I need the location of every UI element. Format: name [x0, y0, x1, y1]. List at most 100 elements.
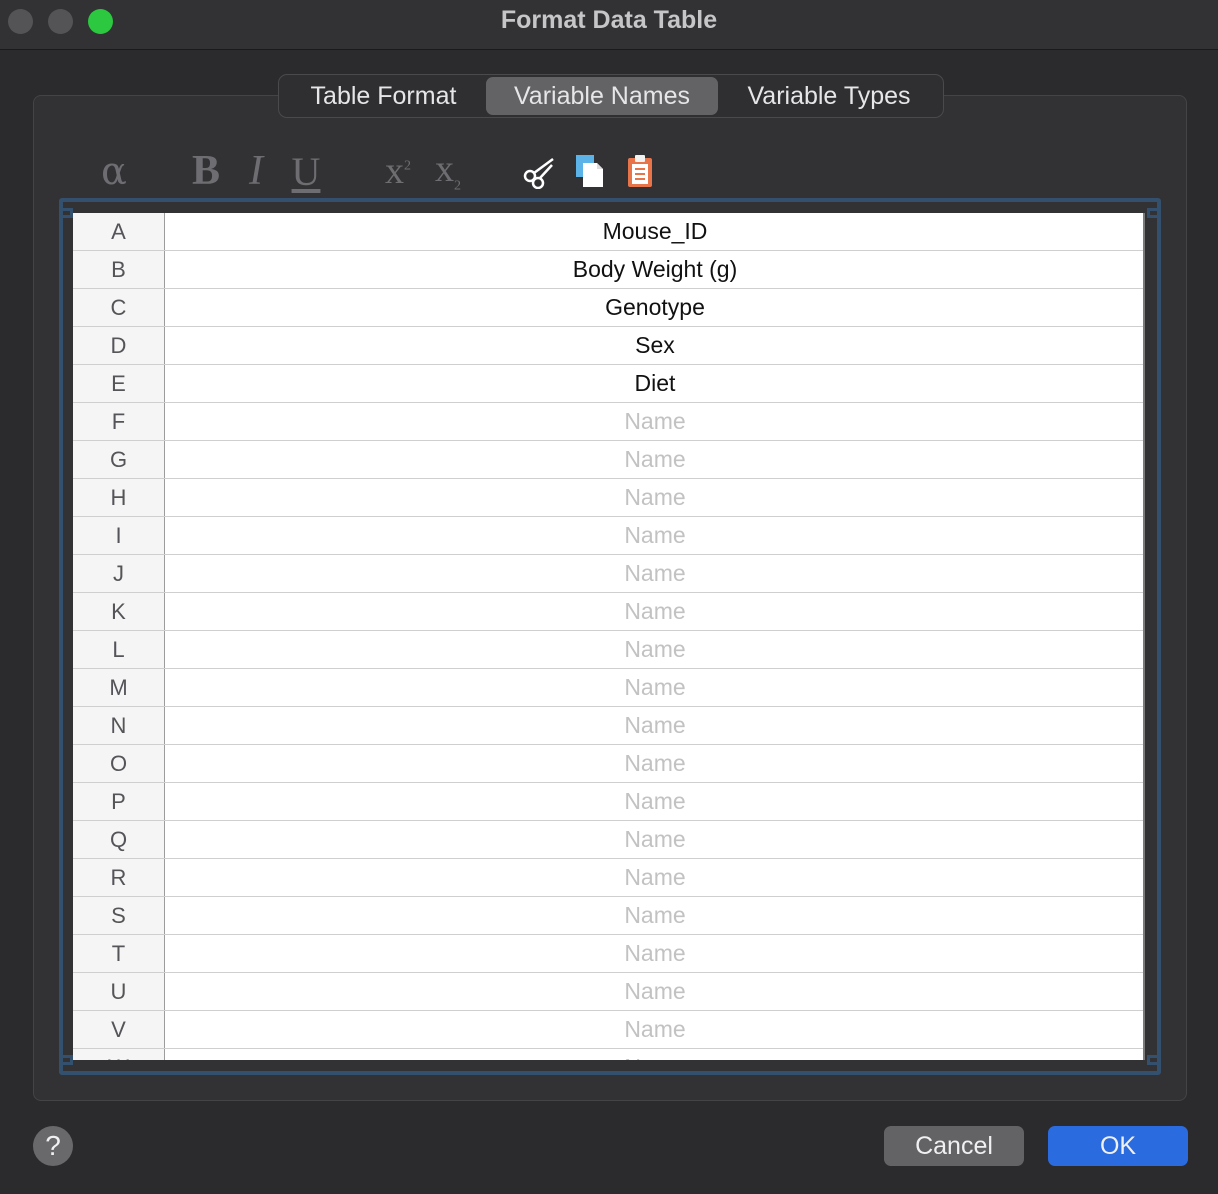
paste-button[interactable]: [620, 146, 660, 196]
variable-name-cell[interactable]: Mouse_ID: [165, 213, 1145, 250]
table-row: N Name: [73, 707, 1145, 745]
table-row: D Sex: [73, 327, 1145, 365]
row-header[interactable]: U: [73, 973, 165, 1010]
table-row: O Name: [73, 745, 1145, 783]
row-header[interactable]: D: [73, 327, 165, 364]
variable-name-cell[interactable]: Name: [165, 1049, 1145, 1060]
table-row: F Name: [73, 403, 1145, 441]
variable-name-cell[interactable]: Name: [165, 707, 1145, 744]
row-header[interactable]: L: [73, 631, 165, 668]
variable-name-cell[interactable]: Genotype: [165, 289, 1145, 326]
row-header[interactable]: I: [73, 517, 165, 554]
row-header[interactable]: S: [73, 897, 165, 934]
variable-names-table: A Mouse_ID B Body Weight (g) C Genotype D Sex E D…: [73, 213, 1145, 1060]
cut-button[interactable]: [520, 146, 560, 196]
table-row: P Name: [73, 783, 1145, 821]
row-header[interactable]: K: [73, 593, 165, 630]
row-header[interactable]: A: [73, 213, 165, 250]
row-header[interactable]: O: [73, 745, 165, 782]
row-header[interactable]: M: [73, 669, 165, 706]
variable-name-cell[interactable]: Name: [165, 669, 1145, 706]
bold-button[interactable]: B: [186, 146, 226, 196]
row-header[interactable]: P: [73, 783, 165, 820]
subscript-button[interactable]: x2: [426, 146, 470, 196]
variable-name-cell[interactable]: Name: [165, 555, 1145, 592]
table-row: U Name: [73, 973, 1145, 1011]
bold-icon: B: [191, 148, 220, 194]
variable-name-cell[interactable]: Name: [165, 821, 1145, 858]
table-row: K Name: [73, 593, 1145, 631]
table-row: G Name: [73, 441, 1145, 479]
variable-name-cell[interactable]: Name: [165, 897, 1145, 934]
tab-variable-types[interactable]: Variable Types: [718, 77, 940, 115]
row-header[interactable]: F: [73, 403, 165, 440]
title-bar: Format Data Table: [0, 0, 1218, 50]
table-row: B Body Weight (g): [73, 251, 1145, 289]
row-header[interactable]: T: [73, 935, 165, 972]
row-header[interactable]: B: [73, 251, 165, 288]
table-row: A Mouse_ID: [73, 213, 1145, 251]
variable-name-cell[interactable]: Body Weight (g): [165, 251, 1145, 288]
tab-bar: Table Format Variable Names Variable Typ…: [278, 74, 944, 118]
resize-handle-bottom-left[interactable]: [59, 1055, 73, 1065]
variable-name-cell[interactable]: Name: [165, 935, 1145, 972]
table-row: R Name: [73, 859, 1145, 897]
table-row: E Diet: [73, 365, 1145, 403]
variable-name-cell[interactable]: Name: [165, 517, 1145, 554]
tab-table-format[interactable]: Table Format: [281, 77, 486, 115]
variable-name-cell[interactable]: Name: [165, 859, 1145, 896]
variable-name-cell[interactable]: Diet: [165, 365, 1145, 402]
table-row: C Genotype: [73, 289, 1145, 327]
row-header[interactable]: Q: [73, 821, 165, 858]
window-title: Format Data Table: [500, 6, 718, 34]
row-header[interactable]: G: [73, 441, 165, 478]
table-row: T Name: [73, 935, 1145, 973]
variable-name-cell[interactable]: Name: [165, 973, 1145, 1010]
scissors-icon: [523, 157, 554, 189]
ok-button[interactable]: OK: [1048, 1126, 1188, 1166]
table-row: J Name: [73, 555, 1145, 593]
variable-name-cell[interactable]: Name: [165, 441, 1145, 478]
superscript-icon: x2: [385, 150, 411, 192]
variable-name-cell[interactable]: Name: [165, 403, 1145, 440]
greek-symbol-button[interactable]: α: [94, 146, 134, 196]
row-header[interactable]: R: [73, 859, 165, 896]
row-header[interactable]: W: [73, 1049, 165, 1060]
resize-handle-top-right[interactable]: [1147, 208, 1161, 218]
table-row: WName: [73, 1049, 1145, 1060]
table-row: V Name: [73, 1011, 1145, 1049]
row-header[interactable]: H: [73, 479, 165, 516]
row-header[interactable]: J: [73, 555, 165, 592]
help-button[interactable]: ?: [33, 1126, 73, 1166]
cancel-button[interactable]: Cancel: [884, 1126, 1024, 1166]
alpha-icon: α: [101, 149, 127, 193]
table-row: M Name: [73, 669, 1145, 707]
row-header[interactable]: C: [73, 289, 165, 326]
variable-name-cell[interactable]: Sex: [165, 327, 1145, 364]
table-row: S Name: [73, 897, 1145, 935]
variable-name-cell[interactable]: Name: [165, 745, 1145, 782]
underline-button[interactable]: U: [286, 146, 326, 196]
italic-icon: I: [249, 148, 263, 194]
italic-button[interactable]: I: [238, 146, 274, 196]
variable-name-cell[interactable]: Name: [165, 631, 1145, 668]
row-header[interactable]: N: [73, 707, 165, 744]
resize-handle-bottom-right[interactable]: [1147, 1055, 1161, 1065]
table-row: H Name: [73, 479, 1145, 517]
copy-button[interactable]: [570, 146, 610, 196]
table-row: I Name: [73, 517, 1145, 555]
table-edge: [1143, 213, 1145, 1060]
underline-icon: U: [291, 148, 321, 194]
tab-variable-names[interactable]: Variable Names: [486, 77, 718, 115]
superscript-button[interactable]: x2: [376, 146, 420, 196]
subscript-icon: x2: [435, 148, 461, 194]
variable-name-cell[interactable]: Name: [165, 1011, 1145, 1048]
variable-name-cell[interactable]: Name: [165, 783, 1145, 820]
variable-name-cell[interactable]: Name: [165, 593, 1145, 630]
row-header[interactable]: V: [73, 1011, 165, 1048]
variable-name-cell[interactable]: Name: [165, 479, 1145, 516]
row-header[interactable]: E: [73, 365, 165, 402]
paste-icon: [628, 155, 652, 187]
table-row: L Name: [73, 631, 1145, 669]
resize-handle-top-left[interactable]: [59, 208, 73, 218]
